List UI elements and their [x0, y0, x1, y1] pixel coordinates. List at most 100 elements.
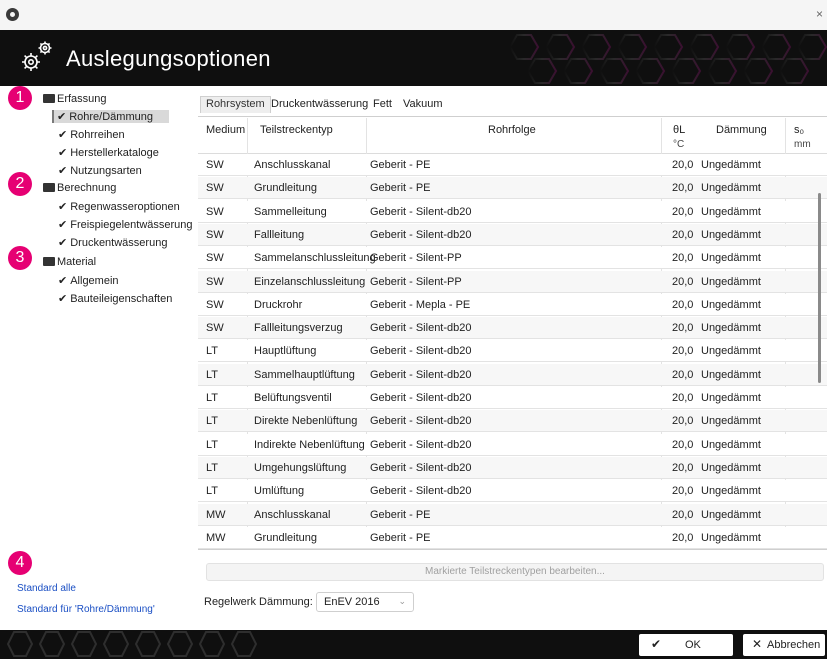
- nav-group-erfassung[interactable]: Erfassung: [43, 93, 107, 105]
- cell-medium: LT: [206, 461, 219, 474]
- table-row[interactable]: LT Sammelhauptlüftung Geberit - Silent-db2…: [198, 363, 827, 386]
- nav-item-freispiegelentwaesserung[interactable]: ✔ Freispiegelentwässerung: [58, 218, 193, 231]
- cell-medium: MW: [206, 508, 226, 521]
- cell-teilstreckentyp: Hauptlüftung: [254, 345, 317, 358]
- col-header-s0[interactable]: s₀ mm: [794, 124, 811, 150]
- table-row[interactable]: LT Direkte Nebenlüftung Geberit - Silent-d…: [198, 410, 827, 433]
- hexagon-pattern-decoration: [508, 34, 827, 84]
- cell-teilstreckentyp: Grundleitung: [254, 531, 317, 544]
- dialog-title: Auslegungsoptionen: [66, 46, 271, 71]
- nav-group-berechnung[interactable]: Berechnung: [43, 182, 116, 194]
- close-icon: ✕: [752, 637, 763, 651]
- tab-vakuum[interactable]: Vakuum: [403, 98, 443, 110]
- check-icon: ✔: [58, 129, 68, 141]
- cell-medium: LT: [206, 368, 219, 381]
- cell-medium: SW: [206, 322, 224, 335]
- nav-item-druckentwaesserung[interactable]: ✔ Druckentwässerung: [58, 236, 167, 249]
- nav-item-nutzungsarten[interactable]: ✔ Nutzungsarten: [58, 164, 142, 177]
- col-header-daemmung[interactable]: Dämmung: [716, 124, 767, 136]
- table-row[interactable]: SW Druckrohr Geberit - Mepla - PE 20,0 Unged…: [198, 293, 827, 316]
- tab-fett[interactable]: Fett: [373, 98, 392, 110]
- cell-temperature: 20,0: [672, 392, 694, 404]
- table-row[interactable]: SW Fallleitung Geberit - Silent-db20 20,0 Un…: [198, 223, 827, 246]
- nav-item-label: Allgemein: [70, 275, 119, 287]
- cell-rohrfolge: Geberit - Silent-db20: [370, 322, 472, 335]
- table-row[interactable]: MW Grundleitung Geberit - PE 20,0 Ungedämmt: [198, 526, 827, 549]
- nav-item-rohre-daemmung[interactable]: ✔ Rohre/Dämmung: [52, 110, 169, 123]
- nav-item-label: Herstellerkataloge: [70, 147, 159, 159]
- cancel-button[interactable]: ✕ Abbrechen: [743, 634, 825, 656]
- cell-rohrfolge: Geberit - Silent-db20: [370, 415, 472, 428]
- gears-icon: [22, 41, 52, 71]
- cell-medium: SW: [206, 182, 224, 195]
- app-icon: [6, 8, 19, 21]
- cell-medium: SW: [206, 205, 224, 218]
- table-row[interactable]: SW Sammelleitung Geberit - Silent-db20 20,0…: [198, 200, 827, 223]
- cell-teilstreckentyp: Umgehungslüftung: [254, 461, 347, 474]
- reset-all-link[interactable]: Standard alle: [17, 583, 76, 594]
- cell-daemmung: Ungedämmt: [701, 205, 761, 218]
- col-header-rohrfolge[interactable]: Rohrfolge: [488, 124, 536, 136]
- ok-button[interactable]: ✔ OK: [639, 634, 733, 656]
- cell-medium: SW: [206, 159, 224, 171]
- check-icon: ✔: [57, 111, 67, 123]
- col-header-medium[interactable]: Medium: [206, 124, 245, 136]
- table-row[interactable]: LT Hauptlüftung Geberit - Silent-db20 20,0 U…: [198, 340, 827, 363]
- window-close-icon[interactable]: ×: [816, 7, 823, 21]
- edit-selected-button[interactable]: Markierte Teilstreckentypen bearbeiten..…: [206, 563, 824, 581]
- table-row[interactable]: LT Umgehungslüftung Geberit - Silent-db20 2…: [198, 456, 827, 479]
- dialog-footer: ✔ OK ✕ Abbrechen: [0, 630, 827, 659]
- table-scrollbar[interactable]: [818, 148, 824, 548]
- table-row[interactable]: SW Sammelanschlussleitung Geberit - Silent…: [198, 247, 827, 270]
- regelwerk-select[interactable]: EnEV 2016 ⌄: [316, 592, 414, 612]
- cell-teilstreckentyp: Grundleitung: [254, 182, 317, 195]
- table-row[interactable]: LT Umlüftung Geberit - Silent-db20 20,0 Unge…: [198, 480, 827, 503]
- cell-rohrfolge: Geberit - PE: [370, 159, 431, 171]
- cell-temperature: 20,0: [672, 368, 694, 381]
- cell-teilstreckentyp: Anschlusskanal: [254, 508, 331, 521]
- scrollbar-thumb[interactable]: [818, 193, 821, 383]
- table-row[interactable]: SW Grundleitung Geberit - PE 20,0 Ungedämmt: [198, 177, 827, 200]
- regelwerk-label: Regelwerk Dämmung:: [204, 596, 313, 608]
- table-row[interactable]: SW Anschlusskanal Geberit - PE 20,0 Ungedämm…: [198, 154, 827, 176]
- table-header: Medium Teilstreckentyp Rohrfolge θL °C Dä…: [198, 118, 827, 154]
- folder-open-icon: [43, 256, 55, 266]
- tab-druckentwaesserung[interactable]: Druckentwässerung: [271, 98, 368, 110]
- table-row[interactable]: SW Einzelanschlussleitung Geberit - Silent…: [198, 270, 827, 293]
- cell-medium: LT: [206, 392, 219, 404]
- nav-item-rohrreihen[interactable]: ✔ Rohrreihen: [58, 128, 125, 141]
- col-header-teilstreckentyp[interactable]: Teilstreckentyp: [260, 124, 333, 136]
- nav-item-regenwasseroptionen[interactable]: ✔ Regenwasseroptionen: [58, 200, 180, 213]
- cell-temperature: 20,0: [672, 275, 694, 288]
- table-row[interactable]: MW Anschlusskanal Geberit - PE 20,0 Ungedämm…: [198, 503, 827, 526]
- cell-teilstreckentyp: Sammelanschlussleitung: [254, 252, 376, 265]
- cell-rohrfolge: Geberit - Silent-db20: [370, 392, 472, 404]
- tab-rohrsystem[interactable]: Rohrsystem: [200, 96, 271, 113]
- step-badge-2: 2: [8, 172, 32, 196]
- hexagon-pattern-decoration: [6, 631, 258, 657]
- cell-daemmung: Ungedämmt: [701, 252, 761, 265]
- table-row[interactable]: SW Fallleitungsverzug Geberit - Silent-db2…: [198, 317, 827, 340]
- nav-item-herstellerkataloge[interactable]: ✔ Herstellerkataloge: [58, 146, 159, 159]
- check-icon: ✔: [58, 201, 68, 213]
- cell-medium: LT: [206, 415, 219, 428]
- cell-teilstreckentyp: Sammelhauptlüftung: [254, 368, 355, 381]
- cell-teilstreckentyp: Umlüftung: [254, 485, 305, 498]
- table-row[interactable]: LT Indirekte Nebenlüftung Geberit - Silent…: [198, 433, 827, 456]
- cell-teilstreckentyp: Belüftungsventil: [254, 392, 332, 404]
- cell-medium: SW: [206, 298, 224, 311]
- check-icon: ✔: [58, 293, 68, 305]
- pipe-table: Medium Teilstreckentyp Rohrfolge θL °C Dä…: [198, 118, 827, 550]
- table-row[interactable]: LT Belüftungsventil Geberit - Silent-db20 2…: [198, 387, 827, 409]
- col-header-temperature[interactable]: θL °C: [673, 124, 685, 150]
- dialog-header: Auslegungsoptionen: [0, 30, 827, 86]
- cell-temperature: 20,0: [672, 531, 694, 544]
- nav-group-material[interactable]: Material: [43, 256, 96, 268]
- cell-daemmung: Ungedämmt: [701, 322, 761, 335]
- check-icon: ✔: [58, 165, 68, 177]
- cell-temperature: 20,0: [672, 485, 694, 498]
- cell-temperature: 20,0: [672, 508, 694, 521]
- nav-item-allgemein[interactable]: ✔ Allgemein: [58, 274, 119, 287]
- reset-current-link[interactable]: Standard für 'Rohre/Dämmung': [17, 604, 155, 615]
- nav-item-bauteileigenschaften[interactable]: ✔ Bauteileigenschaften: [58, 292, 172, 305]
